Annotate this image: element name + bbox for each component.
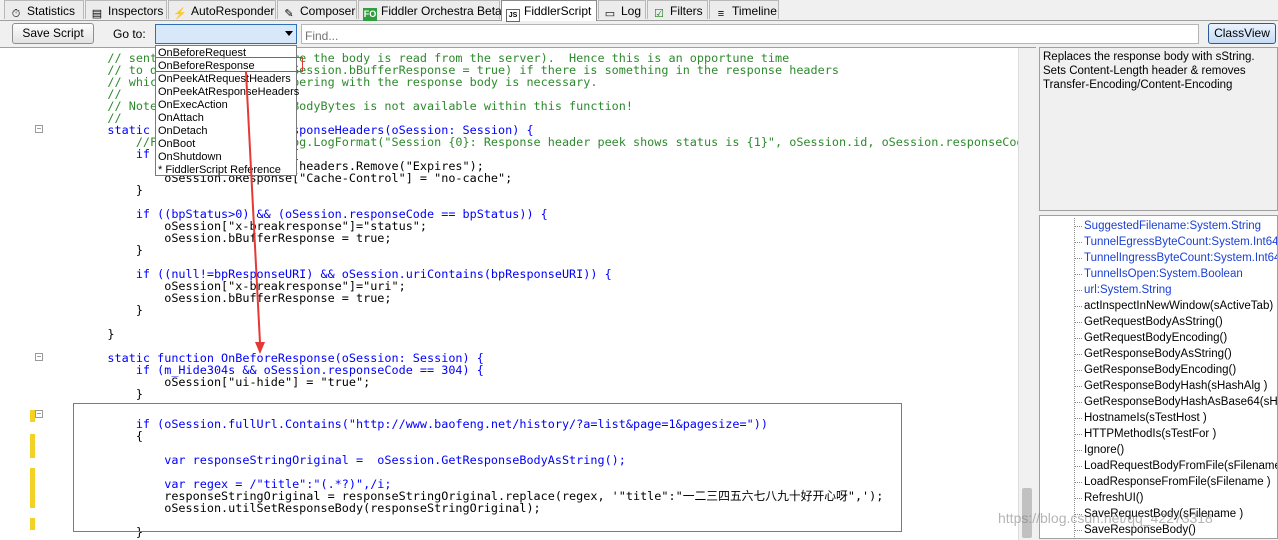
chevron-down-icon[interactable]	[285, 31, 293, 36]
save-script-button[interactable]: Save Script	[12, 23, 94, 44]
tree-branch	[1075, 466, 1082, 467]
code-line[interactable]: }	[79, 244, 143, 256]
tree-guide-line	[1074, 218, 1075, 539]
composer-icon: ✎	[284, 8, 294, 20]
find-input[interactable]	[301, 24, 1199, 44]
timeline-icon: ≡	[717, 8, 725, 20]
tab-label: Filters	[670, 4, 703, 18]
member-method[interactable]: actInspectInNewWindow(sActiveTab)	[1084, 298, 1273, 314]
tree-branch	[1075, 450, 1082, 451]
change-marker	[30, 468, 35, 508]
goto-dropdown-item[interactable]: * FiddlerScript Reference	[158, 164, 281, 177]
member-method[interactable]: HostnameIs(sTestHost )	[1084, 410, 1207, 426]
annotation-highlight-box	[73, 403, 902, 532]
member-property[interactable]: TunnelEgressByteCount:System.Int64	[1084, 234, 1277, 250]
tree-branch	[1075, 370, 1082, 371]
tree-branch	[1075, 338, 1082, 339]
tab-autoresponder[interactable]: ⚡ AutoResponder	[168, 0, 276, 20]
tab-filters[interactable]: ☑ Filters	[647, 0, 708, 20]
tab-label: Timeline	[732, 4, 777, 18]
classview-button[interactable]: ClassView	[1208, 23, 1276, 44]
tree-branch	[1075, 386, 1082, 387]
tab-label: Log	[621, 4, 642, 18]
member-method[interactable]: LoadResponseFromFile(sFilename )	[1084, 474, 1271, 490]
tab-composer[interactable]: ✎ Composer	[277, 0, 357, 20]
goto-dropdown-item[interactable]: OnExecAction	[158, 99, 228, 112]
tab-inspectors[interactable]: ▤ Inspectors	[85, 0, 167, 20]
code-line[interactable]: }	[79, 388, 143, 400]
tab-timeline[interactable]: ≡ Timeline	[709, 0, 779, 20]
goto-dropdown-item[interactable]: OnPeekAtResponseHeaders	[158, 86, 299, 99]
change-marker	[30, 410, 35, 422]
goto-dropdown-item[interactable]: OnDetach	[158, 125, 208, 138]
tab-log[interactable]: ▭ Log	[598, 0, 646, 20]
change-marker	[30, 434, 35, 458]
tree-branch	[1075, 402, 1082, 403]
goto-select[interactable]	[155, 24, 297, 44]
member-property[interactable]: TunnelIngressByteCount:System.Int64	[1084, 250, 1277, 266]
tab-bar: ⏱ Statistics ▤ Inspectors ⚡ AutoResponder ✎…	[0, 0, 1278, 22]
script-toolbar: Save Script Go to: ClassView	[0, 21, 1278, 46]
member-method[interactable]: Ignore()	[1084, 442, 1124, 458]
tree-branch	[1075, 258, 1082, 259]
tab-statistics[interactable]: ⏱ Statistics	[4, 0, 84, 20]
member-method[interactable]: GetResponseBodyHashAsBase64(sHashAlg)	[1084, 394, 1277, 410]
member-property[interactable]: url:System.String	[1084, 282, 1172, 298]
goto-dropdown-item[interactable]: OnBoot	[158, 138, 195, 151]
tree-branch	[1075, 482, 1082, 483]
code-line[interactable]: }	[79, 328, 114, 340]
editor-gutter	[0, 48, 40, 540]
goto-dropdown-item[interactable]: OnAttach	[158, 112, 204, 125]
member-method[interactable]: GetRequestBodyEncoding()	[1084, 330, 1227, 346]
member-method[interactable]: GetResponseBodyEncoding()	[1084, 362, 1236, 378]
member-property[interactable]: TunnelIsOpen:System.Boolean	[1084, 266, 1243, 282]
goto-label: Go to:	[113, 27, 146, 41]
lightning-icon: ⚡	[173, 8, 187, 20]
watermark: https://blog.csdn.net/qq_42273318	[998, 510, 1213, 526]
tab-label: Statistics	[27, 4, 76, 18]
tree-branch	[1075, 530, 1082, 531]
annotation-selection-box	[155, 57, 303, 72]
tree-branch	[1075, 322, 1082, 323]
tree-branch	[1075, 434, 1082, 435]
member-property[interactable]: SuggestedFilename:System.String	[1084, 218, 1261, 234]
checkbox-icon: ☑	[654, 8, 664, 20]
member-method[interactable]: GetResponseBodyAsString()	[1084, 346, 1232, 362]
member-method[interactable]: RefreshUI()	[1084, 490, 1143, 506]
tab-label: Inspectors	[108, 4, 164, 18]
tree-branch	[1075, 274, 1082, 275]
code-line[interactable]: }	[79, 304, 143, 316]
tab-label: AutoResponder	[191, 4, 275, 18]
tree-branch	[1075, 418, 1082, 419]
stopwatch-icon: ⏱	[11, 8, 21, 20]
tree-branch	[1075, 242, 1082, 243]
tab-label: Fiddler Orchestra Beta	[381, 4, 502, 18]
tab-fiddler-orchestra[interactable]: FO Fiddler Orchestra Beta	[358, 0, 502, 21]
member-method[interactable]: GetRequestBodyAsString()	[1084, 314, 1223, 330]
orchestra-icon: FO	[363, 8, 377, 21]
editor-vertical-scrollbar[interactable]	[1018, 48, 1036, 540]
tree-branch	[1075, 498, 1082, 499]
member-method[interactable]: LoadRequestBodyFromFile(sFilename )	[1084, 458, 1277, 474]
fold-toggle-icon[interactable]: −	[35, 410, 43, 418]
goto-dropdown-item[interactable]: OnShutdown	[158, 151, 222, 164]
tree-branch	[1075, 290, 1082, 291]
member-method[interactable]: GetResponseBodyHash(sHashAlg )	[1084, 378, 1267, 394]
member-description: Replaces the response body with sString.…	[1039, 47, 1278, 211]
member-method[interactable]: HTTPMethodIs(sTestFor )	[1084, 426, 1216, 442]
goto-dropdown-item[interactable]: OnPeekAtRequestHeaders	[158, 73, 291, 86]
log-icon: ▭	[604, 8, 616, 20]
tree-branch	[1075, 354, 1082, 355]
change-marker	[30, 518, 35, 530]
tree-branch	[1075, 306, 1082, 307]
inspectors-icon: ▤	[91, 8, 103, 20]
code-line[interactable]: }	[79, 184, 143, 196]
fold-toggle-icon[interactable]: −	[35, 353, 43, 361]
tab-label: FiddlerScript	[524, 4, 592, 18]
fold-toggle-icon[interactable]: −	[35, 125, 43, 133]
tree-branch	[1075, 226, 1082, 227]
tab-fiddlerscript[interactable]: JS FiddlerScript	[501, 0, 597, 22]
tab-label: Composer	[300, 4, 356, 18]
